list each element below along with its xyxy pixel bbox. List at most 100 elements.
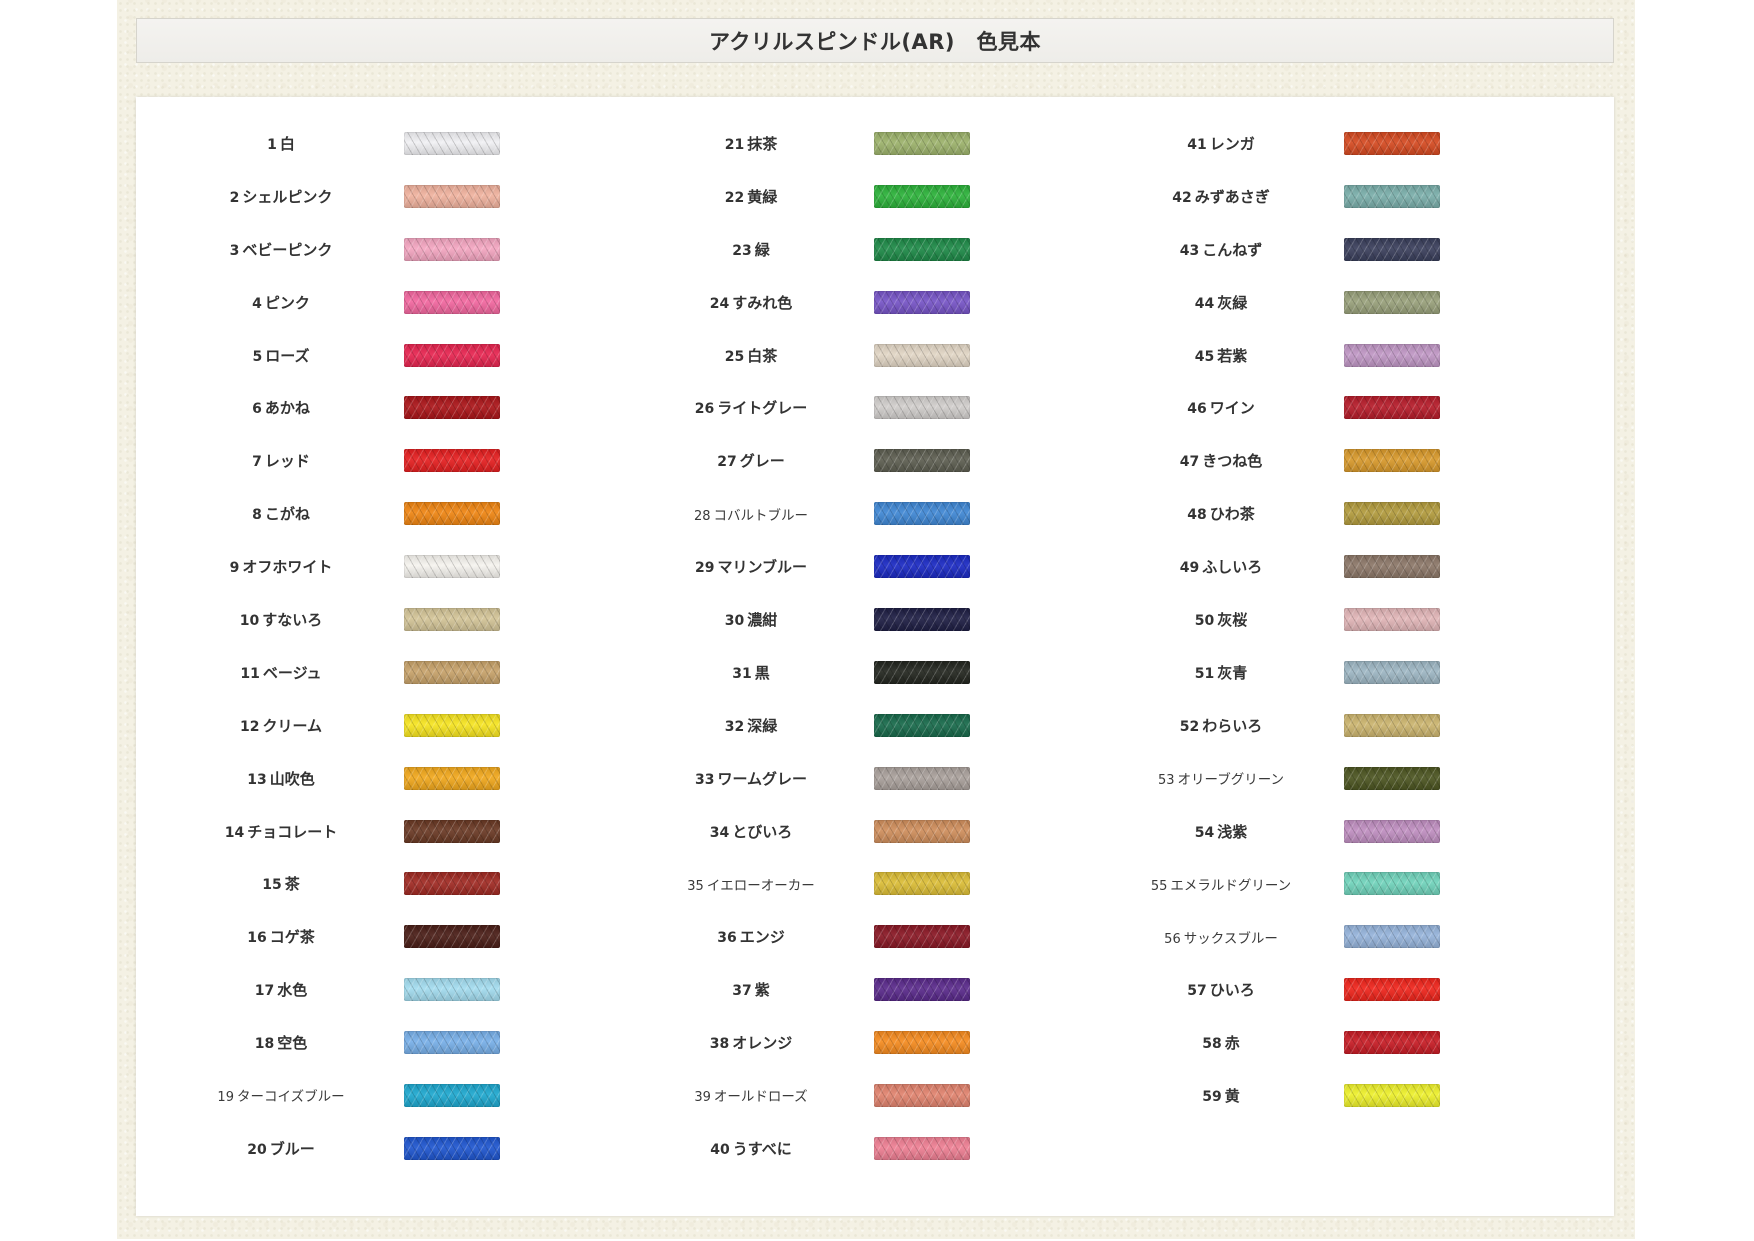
- color-item: 32 深緑: [651, 699, 1121, 752]
- color-swatch: [1344, 660, 1440, 684]
- color-swatch: [404, 819, 500, 843]
- color-label: 52 わらいろ: [1121, 715, 1321, 736]
- color-number: 17: [254, 983, 275, 1000]
- color-number: 11: [240, 665, 260, 682]
- color-number: 27: [717, 454, 737, 471]
- color-swatch: [404, 1031, 500, 1055]
- color-label: 59 黄: [1121, 1085, 1321, 1106]
- color-name: ワイン: [1209, 399, 1255, 418]
- color-item: 51 灰青: [1121, 646, 1591, 699]
- color-swatch: [1344, 449, 1440, 473]
- color-label: 5 ローズ: [181, 345, 381, 366]
- color-label: 43 こんねず: [1121, 239, 1321, 260]
- color-label: 24 すみれ色: [651, 292, 851, 313]
- color-swatch: [874, 872, 970, 896]
- color-label: 12 クリーム: [181, 715, 381, 736]
- color-label: 55 エメラルドグリーン: [1121, 874, 1321, 894]
- color-label: 51 灰青: [1121, 662, 1321, 683]
- color-swatch: [874, 978, 970, 1002]
- color-swatch: [404, 607, 500, 631]
- color-number: 26: [694, 401, 715, 418]
- color-swatch: [1344, 872, 1440, 896]
- color-number: 55: [1150, 878, 1168, 894]
- color-number: 10: [239, 612, 260, 629]
- swatch-card: 1 白 2 シェルピンク 3 ベビーピンク 4 ピンク 5 ローズ 6 あかね 7 レッド 8 こがね 9 オフホ…: [136, 97, 1614, 1216]
- color-label: 47 きつね色: [1121, 450, 1321, 471]
- color-label: 7 レッド: [181, 450, 381, 471]
- color-number: 7: [252, 454, 262, 471]
- color-label: 2 シェルピンク: [181, 186, 381, 207]
- color-number: 14: [224, 824, 245, 841]
- color-name: 深緑: [747, 716, 778, 735]
- color-label: 8 こがね: [181, 503, 381, 524]
- color-label: 22 黄緑: [651, 186, 851, 207]
- color-item: 23 緑: [651, 223, 1121, 276]
- page-title: アクリルスピンドル(AR) 色見本: [708, 29, 1042, 54]
- color-item: 40 うすべに: [651, 1122, 1121, 1175]
- color-label: 54 浅紫: [1121, 821, 1321, 842]
- color-swatch: [404, 978, 500, 1002]
- color-item: 57 ひいろ: [1121, 963, 1591, 1016]
- color-item: 30 濃紺: [651, 593, 1121, 646]
- color-name: オリーブグリーン: [1177, 772, 1285, 789]
- color-label: 45 若紫: [1121, 345, 1321, 366]
- color-number: 42: [1172, 189, 1192, 206]
- color-item: 22 黄緑: [651, 170, 1121, 223]
- color-number: 51: [1194, 665, 1215, 682]
- color-item: 31 黒: [651, 646, 1121, 699]
- color-name: コゲ茶: [269, 928, 315, 947]
- color-name: ターコイズブルー: [236, 1089, 345, 1106]
- color-swatch: [1344, 607, 1440, 631]
- color-label: 58 赤: [1121, 1032, 1321, 1053]
- color-name: エメラルドグリーン: [1170, 877, 1292, 894]
- color-item: 17 水色: [181, 963, 651, 1016]
- color-name: 茶: [284, 875, 300, 894]
- color-label: 10 すないろ: [181, 609, 381, 630]
- color-label: 40 うすべに: [651, 1138, 851, 1159]
- color-name: 浅紫: [1217, 822, 1248, 841]
- color-item: 49 ふしいろ: [1121, 540, 1591, 593]
- title-bar: アクリルスピンドル(AR) 色見本: [136, 18, 1614, 63]
- color-swatch: [874, 1031, 970, 1055]
- color-item: 52 わらいろ: [1121, 699, 1591, 752]
- color-name: コバルトブルー: [713, 507, 809, 524]
- color-swatch: [1344, 290, 1440, 314]
- color-label: 32 深緑: [651, 715, 851, 736]
- color-name: すないろ: [262, 610, 323, 629]
- color-name: シェルピンク: [242, 187, 333, 206]
- color-name: イエローオーカー: [706, 877, 815, 894]
- color-name: 抹茶: [747, 134, 778, 153]
- color-item: 21 抹茶: [651, 117, 1121, 170]
- color-item: 53 オリーブグリーン: [1121, 752, 1591, 805]
- color-number: 37: [732, 983, 752, 1000]
- color-swatch: [874, 131, 970, 155]
- color-number: 1: [267, 136, 277, 153]
- color-label: 42 みずあさぎ: [1121, 186, 1321, 207]
- color-label: 4 ピンク: [181, 292, 381, 313]
- color-name: 黄緑: [747, 187, 778, 206]
- color-number: 52: [1179, 718, 1200, 735]
- color-name: 紫: [754, 981, 770, 1000]
- color-number: 32: [724, 718, 745, 735]
- color-item: 38 オレンジ: [651, 1016, 1121, 1069]
- color-swatch: [404, 1083, 500, 1107]
- color-swatch: [874, 766, 970, 790]
- color-label: 25 白茶: [651, 345, 851, 366]
- color-swatch: [874, 1136, 970, 1160]
- color-item: 42 みずあさぎ: [1121, 170, 1591, 223]
- color-number: 48: [1187, 507, 1207, 524]
- color-name: オフホワイト: [242, 558, 333, 577]
- color-item: 9 オフホワイト: [181, 540, 651, 593]
- color-number: 33: [694, 771, 715, 788]
- color-item: 8 こがね: [181, 487, 651, 540]
- color-item: 13 山吹色: [181, 752, 651, 805]
- color-name: エンジ: [739, 928, 785, 947]
- color-item: 12 クリーム: [181, 699, 651, 752]
- color-number: 16: [247, 930, 267, 947]
- color-swatch: [1344, 396, 1440, 420]
- color-label: 34 とびいろ: [651, 821, 851, 842]
- color-item: 48 ひわ茶: [1121, 487, 1591, 540]
- color-number: 47: [1179, 454, 1200, 471]
- color-swatch: [874, 290, 970, 314]
- color-item: 24 すみれ色: [651, 276, 1121, 329]
